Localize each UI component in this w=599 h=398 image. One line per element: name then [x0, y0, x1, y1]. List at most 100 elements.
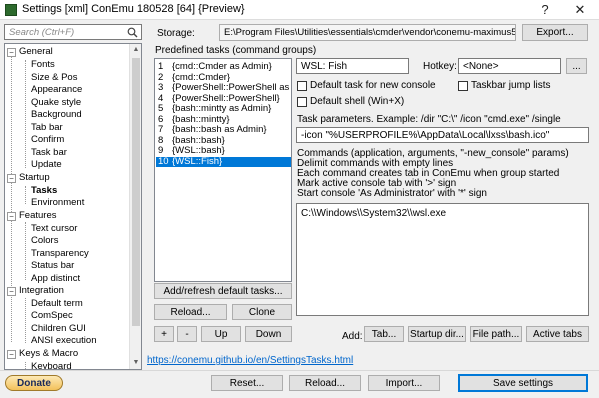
expander-startup-icon[interactable]: − — [7, 174, 16, 183]
task-num: 6 — [158, 114, 164, 125]
scroll-up-icon[interactable]: ▲ — [130, 44, 141, 56]
task-name: {cmd::Cmder} — [172, 72, 231, 83]
task-params-input[interactable]: -icon "%USERPROFILE%\AppData\Local\lxss\… — [296, 127, 589, 143]
add-task-button[interactable]: + — [154, 326, 174, 342]
move-up-button[interactable]: Up — [201, 326, 241, 342]
task-name: {bash::bash} — [172, 135, 225, 146]
scroll-thumb[interactable] — [132, 58, 140, 326]
search-placeholder: Search (Ctrl+F) — [9, 27, 75, 38]
tree-item-default-term[interactable]: Default term — [31, 298, 83, 311]
tree-item-keyboard[interactable]: Keyboard — [31, 361, 72, 370]
tree-item-appearance[interactable]: Appearance — [31, 84, 82, 97]
hotkey-field[interactable]: <None> — [458, 58, 561, 74]
task-num: 5 — [158, 104, 164, 114]
reload-tasks-button[interactable]: Reload... — [154, 304, 227, 320]
tree-group-integration[interactable]: Integration — [19, 285, 64, 298]
help-link[interactable]: https://conemu.github.io/en/SettingsTask… — [147, 355, 353, 366]
expander-general-icon[interactable]: − — [7, 48, 16, 57]
tree-group-startup[interactable]: Startup — [19, 172, 50, 185]
export-button[interactable]: Export... — [522, 24, 588, 41]
task-num: 7 — [158, 125, 164, 135]
tree-item-ansi-execution[interactable]: ANSI execution — [31, 335, 96, 348]
task-name: {cmd::Cmder as Admin} — [172, 62, 272, 72]
commands-help-line-5: Start console 'As Administrator' with '*… — [297, 188, 487, 199]
storage-path-field[interactable]: E:\Program Files\Utilities\essentials\cm… — [219, 24, 516, 41]
commands-text: C:\\Windows\\System32\\wsl.exe — [301, 208, 447, 219]
task-name-input[interactable]: WSL: Fish — [296, 58, 409, 74]
task-item-selected[interactable]: 10 {WSL::Fish} — [156, 156, 291, 167]
tree-item-size-pos[interactable]: Size & Pos — [31, 72, 77, 85]
search-icon[interactable] — [127, 27, 138, 38]
tree-item-transparency[interactable]: Transparency — [31, 248, 89, 261]
search-input[interactable]: Search (Ctrl+F) — [4, 24, 142, 40]
expander-integration-icon[interactable]: − — [7, 287, 16, 296]
tree-item-app-distinct[interactable]: App distinct — [31, 273, 80, 286]
tree-group-features[interactable]: Features — [19, 210, 57, 223]
reload-settings-button[interactable]: Reload... — [289, 375, 361, 391]
tree-item-confirm[interactable]: Confirm — [31, 134, 64, 147]
task-list[interactable]: 1 {cmd::Cmder as Admin} 2 {cmd::Cmder} 3 {P… — [154, 58, 292, 282]
commands-textarea[interactable]: C:\\Windows\\System32\\wsl.exe — [296, 203, 589, 316]
add-file-path-button[interactable]: File path... — [470, 326, 522, 342]
task-name: {bash::bash as Admin} — [172, 125, 267, 135]
task-num: 2 — [158, 72, 164, 83]
tree-item-environment[interactable]: Environment — [31, 197, 84, 210]
app-icon — [5, 4, 17, 16]
task-item[interactable]: 5 {bash::mintty as Admin} — [156, 104, 291, 115]
task-item[interactable]: 8 {bash::bash} — [156, 136, 291, 147]
task-num: 4 — [158, 93, 164, 104]
reset-button[interactable]: Reset... — [211, 375, 283, 391]
default-shell-checkbox[interactable] — [297, 97, 307, 107]
tree-item-tab-bar[interactable]: Tab bar — [31, 122, 63, 135]
add-refresh-default-tasks-button[interactable]: Add/refresh default tasks... — [154, 283, 292, 299]
task-name: {PowerShell::PowerShell as Admin} — [172, 83, 291, 93]
tree-item-text-cursor[interactable]: Text cursor — [31, 223, 77, 236]
save-settings-button[interactable]: Save settings — [458, 374, 588, 392]
task-name: {bash::mintty} — [172, 114, 230, 125]
footer-divider — [0, 370, 599, 371]
tree-scrollbar[interactable]: ▲ ▼ — [129, 44, 141, 369]
expander-features-icon[interactable]: − — [7, 212, 16, 221]
task-item[interactable]: 1 {cmd::Cmder as Admin} — [156, 62, 291, 73]
task-item[interactable]: 6 {bash::mintty} — [156, 115, 291, 126]
scroll-down-icon[interactable]: ▼ — [130, 357, 141, 369]
add-tab-button[interactable]: Tab... — [364, 326, 404, 342]
tree-item-comspec[interactable]: ComSpec — [31, 310, 73, 323]
default-task-checkbox[interactable] — [297, 81, 307, 91]
task-item[interactable]: 2 {cmd::Cmder} — [156, 73, 291, 84]
jumplist-label: Taskbar jump lists — [471, 80, 551, 91]
task-item[interactable]: 9 {WSL::bash} — [156, 146, 291, 157]
task-name: {WSL::Fish} — [172, 156, 223, 167]
expander-keys-macro-icon[interactable]: − — [7, 350, 16, 359]
donate-button[interactable]: Donate — [5, 375, 63, 391]
task-num: 1 — [158, 62, 164, 72]
task-item[interactable]: 3 {PowerShell::PowerShell as Admin} — [156, 83, 291, 94]
remove-task-button[interactable]: - — [177, 326, 197, 342]
help-button[interactable]: ? — [530, 0, 560, 20]
tree-group-keys-macro[interactable]: Keys & Macro — [19, 348, 78, 361]
tree-item-children-gui[interactable]: Children GUI — [31, 323, 86, 336]
close-button[interactable]: ✕ — [565, 0, 595, 20]
task-item[interactable]: 4 {PowerShell::PowerShell} — [156, 94, 291, 105]
tree-item-tasks[interactable]: Tasks — [31, 185, 57, 198]
tree-item-update[interactable]: Update — [31, 159, 62, 172]
hotkey-picker-button[interactable]: ... — [566, 58, 587, 74]
tree-item-background[interactable]: Background — [31, 109, 82, 122]
tree-item-status-bar[interactable]: Status bar — [31, 260, 74, 273]
settings-tree[interactable]: − General Fonts Size & Pos Appearance Qu… — [4, 43, 142, 370]
tree-item-task-bar[interactable]: Task bar — [31, 147, 67, 160]
tree-group-general[interactable]: General — [19, 46, 53, 59]
tree-item-colors[interactable]: Colors — [31, 235, 58, 248]
task-params-label: Task parameters. Example: /dir "C:\" /ic… — [297, 114, 561, 125]
task-item[interactable]: 7 {bash::bash as Admin} — [156, 125, 291, 136]
tree-item-fonts[interactable]: Fonts — [31, 59, 55, 72]
clone-task-button[interactable]: Clone — [232, 304, 292, 320]
tree-item-quake-style[interactable]: Quake style — [31, 97, 81, 110]
task-name: {WSL::bash} — [172, 146, 225, 156]
storage-label: Storage: — [157, 28, 195, 39]
move-down-button[interactable]: Down — [245, 326, 292, 342]
add-active-tabs-button[interactable]: Active tabs — [526, 326, 589, 342]
import-button[interactable]: Import... — [368, 375, 440, 391]
jumplist-checkbox[interactable] — [458, 81, 468, 91]
add-startup-dir-button[interactable]: Startup dir... — [408, 326, 466, 342]
